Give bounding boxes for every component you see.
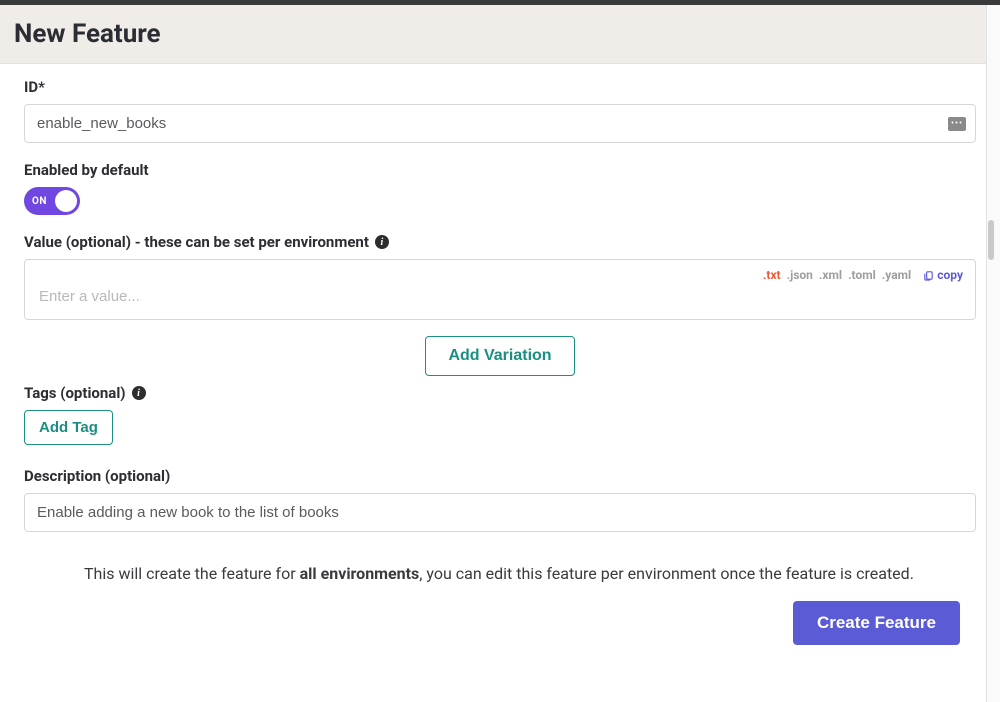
description-input[interactable] (24, 493, 976, 532)
tags-label: Tags (optional) i (24, 384, 976, 402)
toggle-knob (55, 190, 77, 212)
format-json[interactable]: .json (787, 268, 813, 282)
add-variation-row: Add Variation (24, 336, 976, 376)
tags-label-text: Tags (optional) (24, 384, 126, 402)
value-input[interactable] (25, 282, 975, 319)
tags-field: Tags (optional) i Add Tag (24, 384, 976, 445)
id-label: ID* (24, 78, 976, 96)
format-list: .txt .json .xml .toml .yaml copy (25, 260, 975, 282)
format-xml[interactable]: .xml (819, 268, 842, 282)
info-icon[interactable]: i (132, 386, 146, 400)
ellipsis-icon[interactable]: ••• (948, 117, 966, 131)
scrollbar-thumb[interactable] (988, 220, 994, 260)
description-field: Description (optional) (24, 467, 976, 532)
add-tag-button[interactable]: Add Tag (24, 410, 113, 445)
clipboard-icon (923, 270, 934, 281)
enabled-toggle[interactable]: ON (24, 187, 80, 215)
value-field: Value (optional) - these can be set per … (24, 233, 976, 320)
format-toml[interactable]: .toml (848, 268, 876, 282)
value-label-text: Value (optional) - these can be set per … (24, 233, 369, 251)
id-field: ID* ••• (24, 78, 976, 143)
page-title: New Feature (14, 19, 986, 49)
copy-label: copy (937, 268, 963, 282)
note-suffix: , you can edit this feature per environm… (419, 564, 914, 583)
enabled-field: Enabled by default ON (24, 161, 976, 215)
footer-actions: Create Feature (24, 601, 976, 645)
format-yaml[interactable]: .yaml (882, 268, 911, 282)
format-txt[interactable]: .txt (763, 268, 781, 282)
id-input[interactable] (24, 104, 976, 143)
add-variation-button[interactable]: Add Variation (425, 336, 574, 376)
env-note: This will create the feature for all env… (24, 550, 976, 601)
enabled-label: Enabled by default (24, 161, 976, 179)
id-input-wrap: ••• (24, 104, 976, 143)
form-content: ID* ••• Enabled by default ON Value (opt… (0, 64, 1000, 665)
modal-header: New Feature (0, 5, 1000, 64)
description-label: Description (optional) (24, 467, 976, 485)
note-prefix: This will create the feature for (84, 564, 300, 583)
toggle-state-label: ON (32, 196, 47, 207)
copy-button[interactable]: copy (923, 268, 963, 282)
create-feature-button[interactable]: Create Feature (793, 601, 960, 645)
value-box: .txt .json .xml .toml .yaml copy (24, 259, 976, 320)
note-bold: all environments (300, 564, 420, 583)
value-label: Value (optional) - these can be set per … (24, 233, 976, 251)
scrollbar-track[interactable] (986, 5, 1000, 702)
info-icon[interactable]: i (375, 235, 389, 249)
